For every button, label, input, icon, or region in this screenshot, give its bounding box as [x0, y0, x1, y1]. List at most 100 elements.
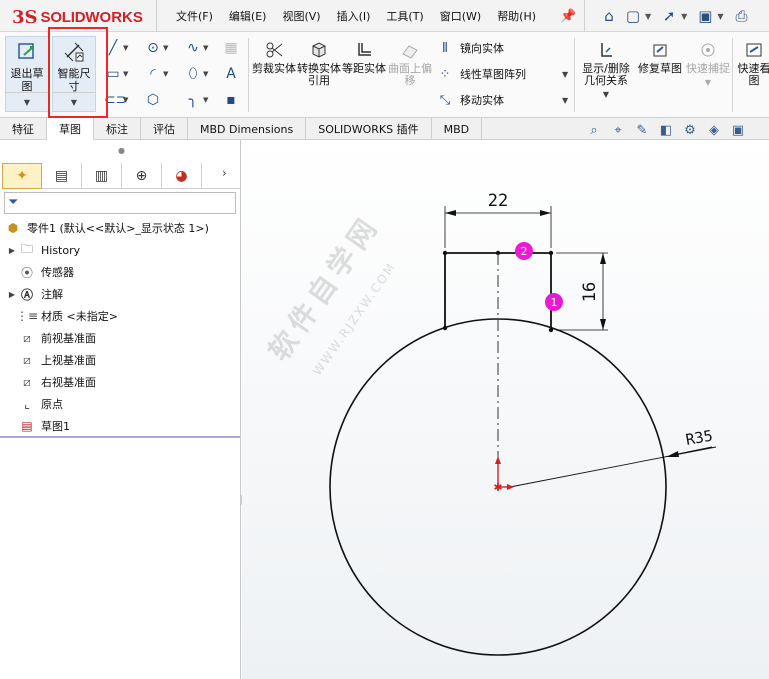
move-entities-button[interactable]: ⤡ 移动实体	[436, 90, 504, 110]
tab-mbd[interactable]: MBD	[432, 118, 483, 140]
divider	[248, 38, 249, 112]
view-orientation-icon[interactable]: ⚙	[678, 123, 702, 138]
menu-edit[interactable]: 编辑(E)	[229, 8, 267, 24]
feature-manager-tab[interactable]: ✦	[2, 163, 42, 189]
graphics-area[interactable]: 22 16 R35 ✱ 2 1	[242, 140, 769, 679]
arc-tool[interactable]: ◜ ▼	[144, 64, 174, 84]
text-icon: A	[226, 66, 236, 82]
configuration-manager-tab[interactable]: ▥	[82, 163, 122, 189]
chevron-down-icon[interactable]: ▼	[562, 96, 568, 105]
pin-icon[interactable]: 📌	[560, 9, 576, 24]
linear-pattern-button[interactable]: ⁘ 线性草图阵列	[436, 64, 526, 84]
expand-icon[interactable]: ▶	[6, 246, 18, 255]
tab-mbd-dimensions[interactable]: MBD Dimensions	[188, 118, 307, 140]
tree-item-top-plane[interactable]: ⧄ 上视基准面	[6, 350, 96, 370]
print-icon[interactable]: ⎙	[729, 5, 753, 27]
tree-item-history[interactable]: ▶ 🗀 History	[6, 240, 80, 260]
tab-annotation[interactable]: 标注	[94, 118, 141, 140]
property-icon: ▤	[54, 168, 69, 184]
tree-item-annotations[interactable]: ▶ Ⓐ 注解	[6, 284, 63, 304]
chevron-down-icon: ▼	[163, 70, 169, 78]
display-style-icon[interactable]: ◈	[702, 123, 726, 138]
mirror-entities-button[interactable]: ⫴ 镜向实体	[436, 38, 504, 58]
chevron-down-icon[interactable]: ▼	[6, 92, 48, 109]
home-icon[interactable]: ⌂	[597, 5, 621, 27]
tree-item-label: History	[41, 243, 81, 257]
menu-view[interactable]: 视图(V)	[282, 8, 320, 24]
sketch-point[interactable]	[548, 327, 554, 333]
property-manager-tab[interactable]: ▤	[42, 163, 82, 189]
section-view-icon[interactable]: ◧	[654, 123, 678, 138]
convert-entities-label: 转换实体引用	[297, 62, 341, 87]
sketch-point[interactable]	[548, 250, 554, 256]
zoom-to-area-icon[interactable]: ⌖	[606, 123, 630, 138]
dimension-width-text[interactable]: 22	[488, 191, 508, 211]
hide-show-icon[interactable]: ▣	[726, 123, 750, 138]
convert-entities-button[interactable]: 转换实体引用	[297, 40, 341, 87]
quick-view-label: 快速看图	[737, 62, 769, 87]
dimension-radius-text[interactable]: R35	[684, 427, 714, 449]
chevron-down-icon[interactable]: ▼	[645, 12, 651, 21]
circle-tool[interactable]: ⊙ ▼	[144, 38, 174, 58]
offset-entities-button[interactable]: 等距实体	[342, 40, 386, 75]
sketch-point[interactable]	[442, 250, 448, 256]
panel-grip-icon[interactable]: ●	[118, 146, 125, 155]
rectangle-tool[interactable]: ▭ ▼	[104, 64, 134, 84]
new-document-icon[interactable]: ▢	[621, 5, 645, 27]
repair-sketch-button[interactable]: 修复草图	[638, 40, 682, 75]
chevron-down-icon[interactable]: ▼	[686, 77, 730, 89]
chevron-down-icon[interactable]: ▼	[578, 89, 634, 101]
tab-solidworks-addins[interactable]: SOLIDWORKS 插件	[306, 118, 432, 140]
expand-icon[interactable]: ▶	[6, 290, 18, 299]
trim-button[interactable]: 剪裁实体	[252, 40, 296, 75]
title-bar: 3S SOLID WORKS 文件(F) 编辑(E) 视图(V) 插入(I) 工…	[0, 0, 769, 32]
chevron-down-icon[interactable]: ▼	[562, 70, 568, 79]
chevron-down-icon[interactable]: ▼	[53, 92, 95, 109]
open-icon[interactable]: ➚	[657, 5, 681, 27]
tree-filter-input[interactable]	[4, 192, 236, 214]
exit-sketch-button[interactable]: 退出草图 ▼	[5, 36, 49, 112]
menu-file[interactable]: 文件(F)	[176, 8, 213, 24]
ellipse-tool[interactable]: ⬯ ▼	[184, 64, 214, 84]
line-tool[interactable]: ╱ ▼	[104, 38, 134, 58]
tree-item-right-plane[interactable]: ⧄ 右视基准面	[6, 372, 96, 392]
menu-window[interactable]: 窗口(W)	[440, 8, 481, 24]
chevron-right-icon[interactable]: ›	[222, 166, 227, 180]
chevron-down-icon[interactable]: ▼	[717, 12, 723, 21]
tab-features[interactable]: 特征	[0, 118, 47, 140]
tree-item-front-plane[interactable]: ⧄ 前视基准面	[6, 328, 96, 348]
tree-item-label: 前视基准面	[41, 332, 96, 345]
tree-root-part[interactable]: ⬢ 零件1 (默认<<默认>_显示状态 1>)	[4, 218, 209, 238]
zoom-to-fit-icon[interactable]: ⌕	[582, 123, 606, 138]
chevron-down-icon[interactable]: ▼	[681, 12, 687, 21]
history-folder-icon: 🗀	[20, 241, 33, 256]
display-manager-tab[interactable]: ◕	[162, 163, 202, 189]
slot-tool[interactable]: ⊂⊃ ▼	[104, 90, 134, 110]
sketch-point[interactable]	[442, 325, 448, 331]
menu-insert[interactable]: 插入(I)	[337, 8, 371, 24]
previous-view-icon[interactable]: ✎	[630, 123, 654, 138]
dimxpert-tab[interactable]: ⊕	[122, 163, 162, 189]
smart-dimension-button[interactable]: 智能尺寸 ▼	[52, 36, 96, 112]
display-relations-button[interactable]: 显示/删除几何关系 ▼	[578, 40, 634, 101]
polygon-tool[interactable]: ⬡	[144, 90, 174, 110]
quick-snaps-button[interactable]: 快速捕捉 ▼	[686, 40, 730, 89]
fillet-tool[interactable]: ╮ ▼	[184, 90, 214, 110]
sketch-canvas[interactable]: 22 16 R35 ✱ 2 1	[242, 140, 769, 679]
tree-item-origin[interactable]: ⌞ 原点	[6, 394, 63, 414]
origin-icon[interactable]: ✱	[493, 481, 502, 494]
menu-tools[interactable]: 工具(T)	[386, 8, 423, 24]
tree-item-material[interactable]: ⋮≡ 材质 <未指定>	[6, 306, 118, 326]
dimension-height-text[interactable]: 16	[580, 282, 600, 302]
surface-offset-button[interactable]: 曲面上偏移	[388, 40, 432, 87]
tree-item-sketch1[interactable]: ▤ 草图1	[6, 416, 70, 436]
spline-tool[interactable]: ∿ ▼	[184, 38, 214, 58]
tree-item-sensors[interactable]: ⦿ 传感器	[6, 262, 74, 282]
save-icon[interactable]: ▣	[693, 5, 717, 27]
tab-evaluate[interactable]: 评估	[141, 118, 188, 140]
quick-view-button[interactable]: 快速看图	[736, 40, 769, 87]
tab-sketch[interactable]: 草图	[47, 118, 94, 140]
rollback-bar[interactable]	[0, 436, 240, 438]
chevron-down-icon: ▼	[163, 44, 169, 52]
menu-help[interactable]: 帮助(H)	[497, 8, 536, 24]
